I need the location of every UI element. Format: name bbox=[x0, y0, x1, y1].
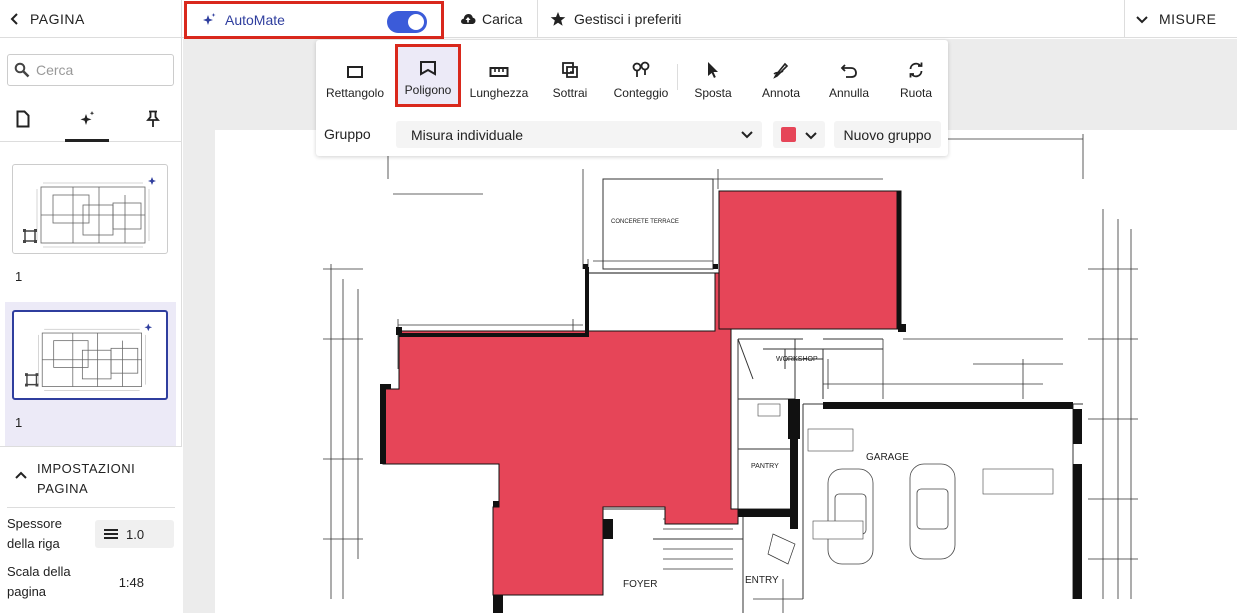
ruler-icon bbox=[489, 67, 509, 77]
pantry-label: PANTRY bbox=[751, 463, 779, 470]
page-thumbnail[interactable] bbox=[12, 164, 168, 254]
floor-plan-thumbnail bbox=[23, 177, 156, 248]
polygon-icon bbox=[420, 61, 436, 76]
tool-length[interactable]: Lunghezza bbox=[468, 54, 530, 100]
tab-pinned[interactable] bbox=[143, 110, 163, 132]
new-group-button[interactable]: Nuovo gruppo bbox=[834, 121, 941, 148]
chevron-up-icon[interactable] bbox=[14, 469, 28, 483]
group-label: Gruppo bbox=[324, 126, 371, 142]
search-box[interactable] bbox=[7, 54, 174, 86]
search-icon bbox=[14, 62, 30, 78]
subtract-icon bbox=[562, 62, 578, 78]
sidebar-tabs bbox=[0, 100, 182, 142]
sparkle-icon bbox=[80, 111, 95, 125]
manage-favorites-label: Gestisci i preferiti bbox=[574, 11, 682, 27]
measure-area-icon bbox=[23, 229, 37, 243]
tool-rotate[interactable]: Ruota bbox=[888, 54, 944, 100]
sparkle-icon bbox=[203, 13, 216, 25]
sparkle-icon bbox=[148, 177, 156, 185]
undo-icon bbox=[840, 64, 857, 78]
measured-area-main bbox=[382, 272, 739, 596]
chevron-down-icon bbox=[741, 131, 753, 139]
search-input[interactable] bbox=[36, 62, 166, 78]
tool-label: Conteggio bbox=[613, 86, 669, 100]
annotate-icon bbox=[773, 62, 789, 79]
tool-rectangle[interactable]: Rettangolo bbox=[324, 54, 386, 100]
entry-label: ENTRY bbox=[745, 575, 779, 586]
line-weight-icon bbox=[104, 529, 118, 539]
rotate-icon bbox=[909, 62, 923, 78]
measured-area-workshop bbox=[718, 190, 902, 330]
measurement-toolbar: Rettangolo Poligono Lunghezza Sottrai Co… bbox=[316, 40, 948, 156]
tool-label: Annota bbox=[761, 86, 801, 100]
count-icon bbox=[632, 61, 650, 77]
chevron-left-icon bbox=[10, 13, 18, 25]
foyer-label: FOYER bbox=[623, 579, 657, 590]
cursor-icon bbox=[708, 62, 718, 78]
star-icon bbox=[550, 12, 566, 26]
group-select[interactable]: Misura individuale bbox=[396, 121, 762, 148]
chevron-down-icon bbox=[805, 132, 817, 140]
line-thickness-value: 1.0 bbox=[126, 526, 145, 542]
page-thumbnail-selected[interactable] bbox=[12, 310, 168, 400]
tool-label: Sottrai bbox=[552, 86, 588, 100]
line-thickness-label: Spessore della riga bbox=[7, 516, 62, 551]
tool-label: Poligono bbox=[404, 83, 452, 97]
upload-button[interactable]: Carica bbox=[446, 0, 538, 38]
tool-move[interactable]: Sposta bbox=[686, 54, 740, 100]
cloud-upload-icon bbox=[461, 14, 476, 24]
tool-undo[interactable]: Annulla bbox=[820, 54, 878, 100]
rectangle-icon bbox=[347, 66, 363, 78]
tab-automate[interactable] bbox=[65, 110, 109, 142]
tool-label: Lunghezza bbox=[469, 86, 529, 100]
tool-label: Ruota bbox=[899, 86, 933, 100]
measurements-panel-label: MISURE bbox=[1159, 11, 1217, 27]
tab-documents[interactable] bbox=[13, 110, 33, 132]
line-thickness-control[interactable]: 1.0 bbox=[95, 520, 174, 548]
page-scale-label: Scala della pagina bbox=[7, 564, 71, 599]
tool-label: Rettangolo bbox=[325, 86, 385, 100]
page-panel-label: PAGINA bbox=[30, 11, 85, 27]
page-settings-panel: IMPOSTAZIONI PAGINA Spessore della riga … bbox=[0, 446, 182, 613]
tool-label: Sposta bbox=[694, 86, 732, 100]
sparkle-icon bbox=[144, 323, 153, 332]
automate-label: AutoMate bbox=[225, 12, 285, 28]
tool-polygon[interactable]: Poligono bbox=[395, 44, 461, 107]
color-swatch bbox=[781, 127, 796, 142]
manage-favorites-button[interactable]: Gestisci i preferiti bbox=[540, 0, 681, 38]
pin-icon bbox=[146, 110, 160, 127]
divider bbox=[7, 507, 175, 508]
floor-plan-thumbnail bbox=[25, 323, 153, 391]
tool-count[interactable]: Conteggio bbox=[610, 54, 672, 100]
page-panel-toggle[interactable]: PAGINA bbox=[0, 0, 182, 38]
chevron-down-icon bbox=[1136, 16, 1148, 24]
measurements-panel-toggle[interactable]: MISURE bbox=[1124, 0, 1237, 38]
document-icon bbox=[16, 110, 30, 128]
toolbar-divider bbox=[677, 64, 678, 90]
upload-label: Carica bbox=[482, 11, 523, 27]
workshop-label: WORKSHOP bbox=[776, 356, 818, 363]
group-select-value: Misura individuale bbox=[411, 126, 524, 143]
automate-switch[interactable] bbox=[387, 11, 427, 33]
page-scale-value[interactable]: 1:48 bbox=[95, 568, 174, 596]
automate-toggle-area[interactable]: AutoMate bbox=[184, 1, 444, 39]
tool-subtract[interactable]: Sottrai bbox=[540, 54, 600, 100]
page-sidebar: 1 1 IMPOSTAZIONI PAGINA Spessore della r… bbox=[0, 38, 182, 613]
tool-label: Annulla bbox=[828, 86, 870, 100]
page-number: 1 bbox=[15, 269, 23, 284]
terrace-label: CONCERETE TERRACE bbox=[611, 219, 679, 225]
group-color-picker[interactable] bbox=[773, 121, 825, 148]
measure-area-icon bbox=[25, 373, 39, 387]
garage-label: GARAGE bbox=[866, 452, 909, 463]
page-number: 1 bbox=[15, 415, 23, 430]
page-settings-title: IMPOSTAZIONI PAGINA bbox=[37, 461, 136, 496]
tool-annotate[interactable]: Annota bbox=[752, 54, 810, 100]
top-bar: PAGINA AutoMate Carica Gestisci i prefer… bbox=[0, 0, 1237, 39]
